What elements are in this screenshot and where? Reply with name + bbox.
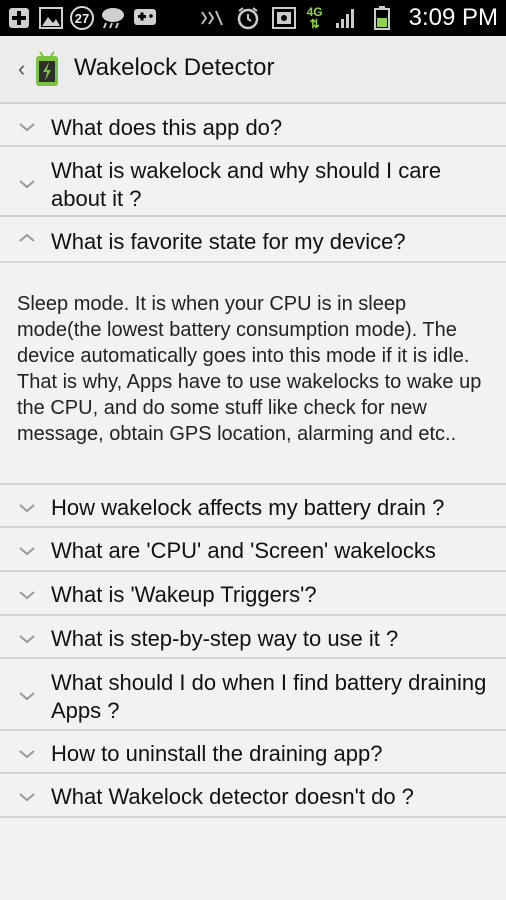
faq-item[interactable]: What is step-by-step way to use it ? — [0, 616, 506, 659]
game-icon — [132, 5, 158, 31]
faq-item[interactable]: What Wakelock detector doesn't do ? — [0, 774, 506, 818]
weather-rain-icon — [100, 5, 126, 31]
faq-item[interactable]: How to uninstall the draining app? — [0, 731, 506, 774]
battery-icon — [369, 5, 395, 31]
faq-item[interactable]: What does this app do? — [0, 104, 506, 147]
chevron-down-icon — [19, 591, 35, 600]
faq-question: What is step-by-step way to use it ? — [51, 626, 399, 651]
chevron-down-icon — [19, 750, 35, 759]
clock-time: 3:09 PM — [408, 4, 498, 31]
chevron-down-icon — [19, 793, 35, 802]
notification-count-badge: 27 — [70, 6, 94, 30]
faq-item-expanded[interactable]: What is favorite state for my device? Sl… — [0, 217, 506, 485]
faq-item[interactable]: What are 'CPU' and 'Screen' wakelocks — [0, 528, 506, 572]
faq-question: What are 'CPU' and 'Screen' wakelocks — [51, 538, 436, 563]
back-caret-icon[interactable]: ‹ — [18, 56, 25, 82]
chevron-down-icon — [19, 547, 35, 556]
faq-item[interactable]: What should I do when I find battery dra… — [0, 659, 506, 731]
add-icon — [6, 5, 32, 31]
network-type: 4G ⇅ — [306, 5, 323, 31]
faq-question: How to uninstall the draining app? — [51, 741, 383, 766]
app-bar: ‹ Wakelock Detector — [0, 36, 506, 104]
image-icon — [38, 5, 64, 31]
faq-question: How wakelock affects my battery drain ? — [51, 495, 445, 520]
alarm-icon — [235, 5, 261, 31]
faq-question: What is favorite state for my device? — [51, 229, 406, 254]
faq-question: What is 'Wakeup Triggers'? — [51, 582, 317, 607]
faq-item[interactable]: What is 'Wakeup Triggers'? — [0, 572, 506, 616]
faq-item[interactable]: How wakelock affects my battery drain ? — [0, 485, 506, 528]
signal-icon — [333, 5, 359, 31]
mute-icon — [199, 5, 225, 31]
faq-item[interactable]: What is wakelock and why should I care a… — [0, 147, 506, 217]
screenshot-icon — [271, 5, 297, 31]
faq-question: What should I do when I find battery dra… — [51, 670, 487, 723]
chevron-down-icon — [19, 180, 35, 189]
chevron-up-icon — [19, 233, 35, 242]
faq-list: What does this app do? What is wakelock … — [0, 104, 506, 818]
chevron-down-icon — [19, 692, 35, 701]
status-bar: 27 4G ⇅ 3:09 PM — [0, 0, 506, 36]
battery-android-icon[interactable] — [32, 48, 62, 93]
faq-question: What Wakelock detector doesn't do ? — [51, 784, 414, 809]
divider — [0, 261, 506, 263]
faq-answer: Sleep mode. It is when your CPU is in sl… — [17, 293, 482, 445]
chevron-down-icon — [19, 635, 35, 644]
chevron-down-icon — [19, 123, 35, 132]
faq-question: What is wakelock and why should I care a… — [51, 158, 442, 211]
faq-question: What does this app do? — [51, 115, 283, 140]
chevron-down-icon — [19, 504, 35, 513]
app-title: Wakelock Detector — [74, 54, 275, 81]
